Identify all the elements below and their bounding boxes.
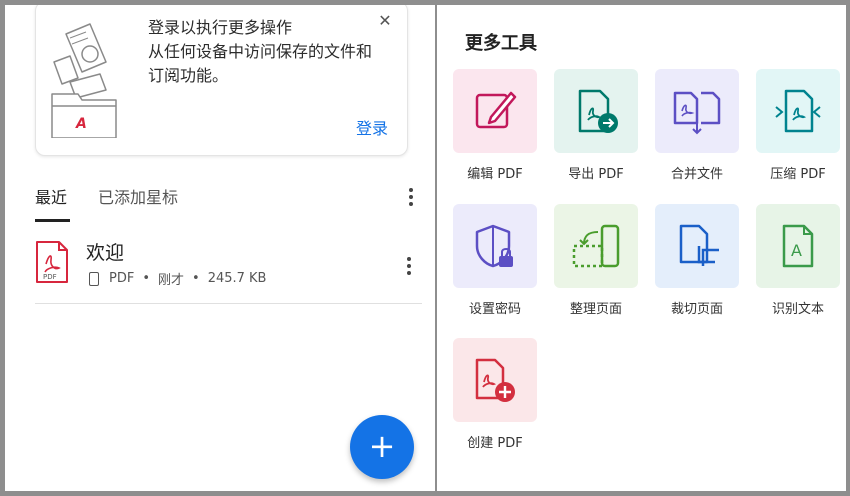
protect-pdf-icon: [475, 224, 513, 268]
organize-pages-icon: [572, 224, 620, 268]
close-icon[interactable]: ✕: [376, 12, 394, 30]
tool-tile: [453, 338, 537, 422]
tool-combine-files[interactable]: 合并文件: [655, 69, 741, 187]
export-pdf-icon: [578, 89, 618, 133]
tool-label: 编辑 PDF: [467, 167, 523, 182]
edit-pdf-icon: [475, 91, 517, 129]
tool-tile: [655, 69, 739, 153]
tool-tile: [554, 204, 638, 288]
list-divider: [35, 303, 422, 304]
file-type: PDF: [109, 271, 135, 286]
tool-tile: A: [756, 204, 840, 288]
tab-recent[interactable]: 最近: [35, 184, 67, 208]
tool-organize-pages[interactable]: 整理页面: [554, 204, 640, 322]
tool-label: 导出 PDF: [568, 167, 624, 182]
tool-crop-pages[interactable]: 裁切页面: [655, 204, 741, 322]
file-list-item[interactable]: PDF 欢迎 PDF • 刚才 • 245.7 KB: [35, 236, 419, 304]
pdf-file-icon: PDF: [36, 241, 68, 283]
file-time: 刚才: [158, 273, 185, 288]
tool-label: 创建 PDF: [467, 436, 523, 451]
tool-protect-pdf[interactable]: 设置密码: [453, 204, 539, 322]
create-pdf-icon: [475, 358, 515, 402]
tool-recognize-text[interactable]: A 识别文本: [756, 204, 842, 322]
signin-link[interactable]: 登录: [356, 115, 388, 139]
separator-dot: •: [192, 271, 200, 286]
file-more-options-icon[interactable]: [401, 255, 417, 277]
tool-export-pdf[interactable]: 导出 PDF: [554, 69, 640, 187]
signin-message: 登录以执行更多操作 从任何设备中访问保存的文件和 订阅功能。: [148, 18, 373, 85]
tool-label: 整理页面: [569, 302, 622, 317]
tool-tile: [453, 204, 537, 288]
document-cloud-illustration-icon: A: [51, 23, 117, 138]
tool-edit-pdf[interactable]: 编辑 PDF: [453, 69, 539, 187]
file-size: 245.7 KB: [207, 271, 267, 286]
tabs-more-options-icon[interactable]: [403, 186, 419, 208]
compress-pdf-icon: [775, 89, 821, 133]
tool-label: 裁切页面: [670, 302, 723, 317]
more-tools-panel: 更多工具 编辑 PDF 导出 PDF 合并文件 压缩 PDF 设置密码 整理页面…: [437, 5, 846, 491]
file-name: 欢迎: [86, 242, 125, 264]
signin-card: A 登录以执行更多操作 从任何设备中访问保存的文件和 订阅功能。 ✕ 登录: [35, 5, 408, 156]
device-phone-icon: [89, 271, 99, 286]
tool-compress-pdf[interactable]: 压缩 PDF: [756, 69, 842, 187]
crop-pages-icon: [679, 224, 719, 266]
recognize-text-icon: A: [782, 224, 814, 268]
tool-tile: [655, 204, 739, 288]
svg-text:PDF: PDF: [43, 273, 57, 281]
tools-title: 更多工具: [465, 33, 537, 54]
tool-label: 合并文件: [670, 167, 723, 182]
svg-text:A: A: [791, 241, 802, 260]
tool-tile: [554, 69, 638, 153]
tool-tile: [756, 69, 840, 153]
file-tabs: 最近 已添加星标: [35, 181, 425, 222]
tab-starred[interactable]: 已添加星标: [98, 184, 178, 208]
home-panel: A 登录以执行更多操作 从任何设备中访问保存的文件和 订阅功能。 ✕ 登录 最近…: [5, 5, 435, 491]
separator-dot: •: [142, 271, 150, 286]
file-meta: PDF • 刚才 • 245.7 KB: [89, 269, 266, 288]
tool-tile: [453, 69, 537, 153]
active-tab-indicator: [35, 219, 70, 222]
tool-label: 设置密码: [468, 302, 521, 317]
create-fab-button[interactable]: +: [350, 415, 414, 479]
tool-label: 压缩 PDF: [770, 167, 826, 182]
tool-label: 识别文本: [771, 302, 824, 317]
combine-files-icon: [673, 91, 721, 135]
tool-create-pdf[interactable]: 创建 PDF: [453, 338, 539, 456]
svg-text:A: A: [75, 116, 87, 132]
